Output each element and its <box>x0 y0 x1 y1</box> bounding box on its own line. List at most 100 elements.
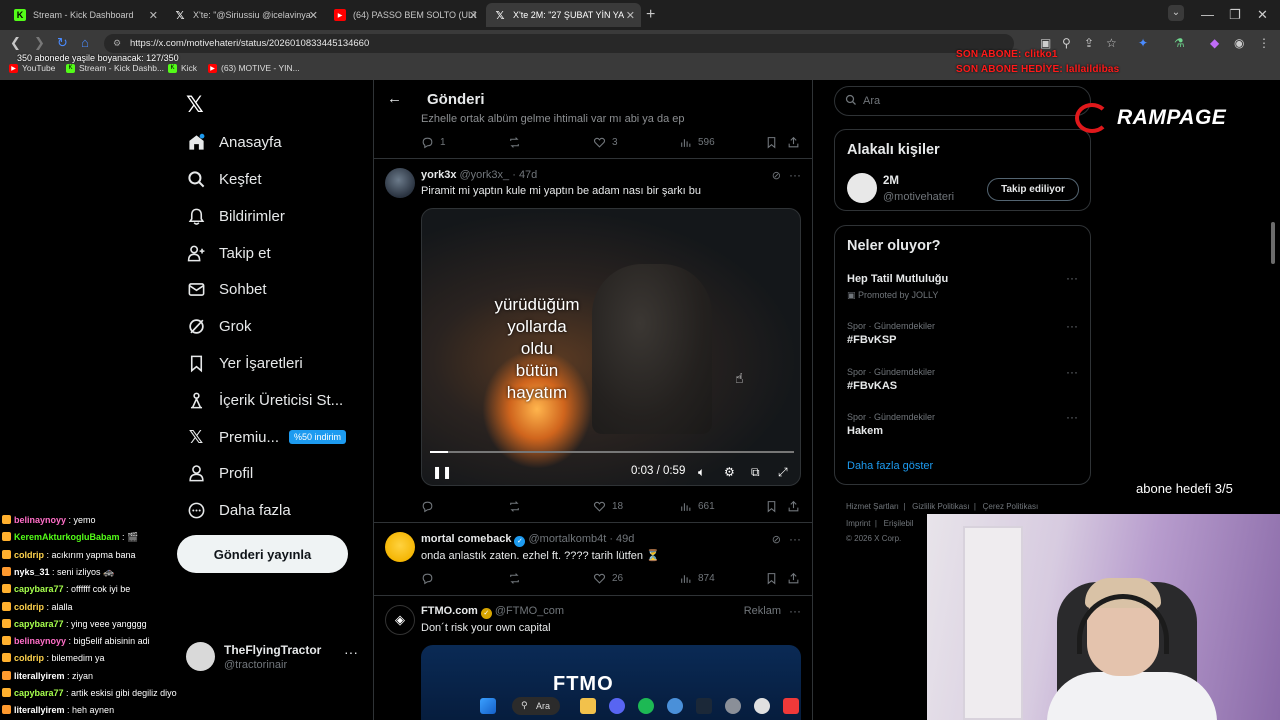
more-icon[interactable]: ··· <box>344 644 358 660</box>
video-player[interactable]: yürüdüğüm yollarda oldu bütün hayatım ❚❚ 0:0… <box>421 208 801 486</box>
browser-menu-icon[interactable]: ⋮ <box>1258 36 1270 50</box>
avatar[interactable] <box>385 532 415 562</box>
browser-tab-kick-dashboard[interactable]: K Stream - Kick Dashboard ✕ <box>6 3 164 27</box>
sidebar-item-creator-studio[interactable]: İçerik Üreticisi St... <box>186 390 343 410</box>
sidebar-item-chat[interactable]: Sohbet <box>186 279 267 299</box>
sidebar-item-bookmarks[interactable]: Yer İşaretleri <box>186 353 303 373</box>
tab-search-icon[interactable]: ⌄ <box>1168 5 1184 21</box>
show-more-link[interactable]: Daha fazla göster <box>847 460 933 472</box>
sidebar-item-grok[interactable]: Grok <box>186 316 252 336</box>
reload-icon[interactable]: ↻ <box>57 35 68 51</box>
sidebar-item-premium[interactable]: 𝕏 Premiu... %50 indirim <box>186 427 347 447</box>
tab-close-icon[interactable]: ✕ <box>309 9 318 22</box>
video-progress-bar[interactable] <box>430 451 794 453</box>
bookmark-button[interactable] <box>765 500 784 513</box>
file-explorer-icon[interactable] <box>580 698 596 714</box>
browser-tab-x-active[interactable]: 𝕏 X'te 2M: "27 ŞUBAT YİN YA ✕ <box>486 3 641 27</box>
tweet-author[interactable]: mortal comeback ✓ @mortalkomb4t · 49d <box>421 533 634 547</box>
steam-icon[interactable] <box>696 698 712 714</box>
account-switcher[interactable]: TheFlyingTractor @tractorinair ··· <box>186 640 361 680</box>
vivaldi-icon[interactable] <box>783 698 799 714</box>
page-scrollbar[interactable] <box>1271 222 1275 264</box>
trend-item-label[interactable]: Hep Tatil Mutluluğu <box>847 273 948 285</box>
views-button[interactable]: 596 <box>679 136 715 149</box>
taskbar-search[interactable]: ⚲ Ara <box>512 697 560 715</box>
windows-start-icon[interactable] <box>480 698 496 714</box>
new-tab-button[interactable]: + <box>646 6 655 24</box>
share-button[interactable] <box>787 500 806 513</box>
reply-button[interactable]: 1 <box>421 136 446 149</box>
share-icon[interactable]: ⇪ <box>1084 36 1094 50</box>
more-icon[interactable]: ··· <box>1066 271 1078 285</box>
sidebar-item-explore[interactable]: Keşfet <box>186 169 262 189</box>
share-button[interactable] <box>787 136 806 149</box>
tweet-author[interactable]: FTMO.com ✓ @FTMO_com <box>421 605 564 619</box>
person-name[interactable]: 2M <box>883 175 899 187</box>
avatar[interactable] <box>385 168 415 198</box>
repost-button[interactable] <box>508 572 527 585</box>
volume-icon[interactable]: 🔈︎ <box>698 465 705 480</box>
chrome-icon[interactable] <box>667 698 683 714</box>
discord-icon[interactable] <box>609 698 625 714</box>
sidebar-item-home[interactable]: Anasayfa <box>186 132 282 152</box>
restore-icon[interactable]: ❐ <box>1229 7 1241 23</box>
trend-item-label[interactable]: #FBvKSP <box>847 334 897 346</box>
footer-link[interactable]: Çerez Politikası <box>983 502 1039 511</box>
reply-button[interactable] <box>421 500 440 513</box>
reply-button[interactable] <box>421 572 440 585</box>
zoom-icon[interactable]: ⚲ <box>1062 36 1071 50</box>
search-input[interactable]: Ara <box>834 86 1091 116</box>
sidebar-item-follow[interactable]: Takip et <box>186 243 271 263</box>
address-bar[interactable]: ⚙ https://x.com/motivehateri/status/2026… <box>104 34 1014 53</box>
settings-icon[interactable]: ⚙ <box>724 465 735 479</box>
tab-close-icon[interactable]: ✕ <box>149 9 158 22</box>
bookmark-kick-dashboard[interactable]: K Stream - Kick Dashb... <box>66 63 164 73</box>
minimize-icon[interactable]: — <box>1201 7 1214 22</box>
bookmark-motive[interactable]: ▶ (63) MOTIVE - YIN... <box>208 63 300 73</box>
views-button[interactable]: 661 <box>679 500 715 513</box>
browser-tab-x-1[interactable]: 𝕏 X'te: "@Siriussiu @icelavinya ✕ <box>166 3 324 27</box>
obs-icon[interactable] <box>754 698 770 714</box>
repost-button[interactable] <box>508 500 527 513</box>
browser-tab-youtube[interactable]: ▶ (64) PASSO BEM SOLTO (ULTRA ✕ <box>326 3 484 27</box>
back-icon[interactable]: ❮ <box>10 35 21 51</box>
bookmark-button[interactable] <box>765 136 784 149</box>
grok-icon[interactable]: ⊘ <box>772 533 781 546</box>
sidebar-item-notifications[interactable]: Bildirimler <box>186 206 285 226</box>
fullscreen-icon[interactable]: ⤢ <box>778 465 788 480</box>
footer-link[interactable]: Erişilebil <box>884 519 914 528</box>
more-icon[interactable]: ··· <box>789 168 801 182</box>
more-icon[interactable]: ··· <box>789 532 801 546</box>
home-browser-icon[interactable]: ⌂ <box>81 35 89 50</box>
sidebar-item-profile[interactable]: Profil <box>186 463 253 483</box>
footer-link[interactable]: Gizlilik Politikası <box>912 502 969 511</box>
bookmark-youtube[interactable]: ▶ YouTube <box>9 63 55 73</box>
spotify-icon[interactable] <box>638 698 654 714</box>
more-icon[interactable]: ··· <box>1066 410 1078 424</box>
pip-icon[interactable]: ⧉ <box>751 465 760 480</box>
trend-item-label[interactable]: Hakem <box>847 425 883 437</box>
media-icon[interactable]: ◆ <box>1210 36 1219 50</box>
install-icon[interactable]: ▣ <box>1040 36 1051 50</box>
following-button[interactable]: Takip ediliyor <box>987 178 1079 201</box>
share-button[interactable] <box>787 572 806 585</box>
more-icon[interactable]: ··· <box>1066 365 1078 379</box>
grok-icon[interactable]: ⊘ <box>772 169 781 182</box>
trend-item-label[interactable]: #FBvKAS <box>847 380 897 392</box>
back-arrow-icon[interactable]: ← <box>387 90 402 107</box>
post-button[interactable]: Gönderi yayınla <box>177 535 348 573</box>
bookmark-button[interactable] <box>765 572 784 585</box>
bookmark-kick[interactable]: K Kick <box>168 63 197 73</box>
tab-close-icon[interactable]: ✕ <box>469 9 478 22</box>
like-button[interactable]: 3 <box>593 136 618 149</box>
footer-link[interactable]: Imprint <box>846 519 870 528</box>
x-logo-icon[interactable]: 𝕏 <box>186 92 204 118</box>
extension-icon[interactable]: ✦ <box>1138 36 1148 50</box>
lab-icon[interactable]: ⚗ <box>1174 36 1185 50</box>
footer-link[interactable]: Hizmet Şartları <box>846 502 899 511</box>
forward-icon[interactable]: ❯ <box>34 35 45 51</box>
profile-icon[interactable]: ◉ <box>1234 36 1244 50</box>
views-button[interactable]: 874 <box>679 572 715 585</box>
tab-close-icon[interactable]: ✕ <box>626 9 635 22</box>
ftmo-logo-icon[interactable]: ◈ <box>385 605 415 635</box>
